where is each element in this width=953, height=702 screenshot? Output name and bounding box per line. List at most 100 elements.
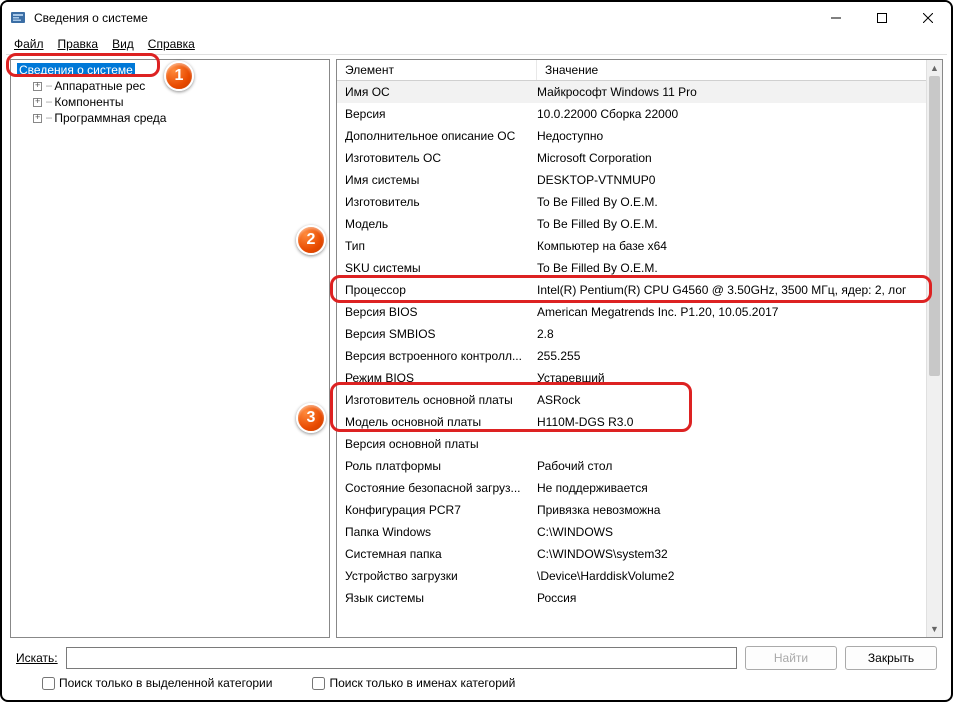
table-row[interactable]: Имя ОСМайкрософт Windows 11 Pro (337, 81, 942, 103)
table-row[interactable]: Версия SMBIOS2.8 (337, 323, 942, 345)
window-title: Сведения о системе (34, 11, 813, 25)
cell-value: Microsoft Corporation (537, 147, 942, 169)
cell-key: Процессор (345, 279, 537, 301)
titlebar: Сведения о системе (2, 2, 951, 34)
cell-key: Имя системы (345, 169, 537, 191)
cell-key: Состояние безопасной загруз... (345, 477, 537, 499)
cell-value: Не поддерживается (537, 477, 942, 499)
cell-key: Изготовитель основной платы (345, 389, 537, 411)
table-row[interactable]: Имя системыDESKTOP-VTNMUP0 (337, 169, 942, 191)
cell-value: Недоступно (537, 125, 942, 147)
search-label: Искать: (16, 651, 58, 665)
annotation-badge-1: 1 (164, 61, 194, 91)
cell-key: Версия (345, 103, 537, 125)
tree-root-label[interactable]: Сведения о системе (17, 63, 135, 77)
cell-value: 10.0.22000 Сборка 22000 (537, 103, 942, 125)
table-row[interactable]: Состояние безопасной загруз...Не поддерж… (337, 477, 942, 499)
table-row[interactable]: SKU системыTo Be Filled By O.E.M. (337, 257, 942, 279)
table-row[interactable]: Устройство загрузки\Device\HarddiskVolum… (337, 565, 942, 587)
scroll-up-icon[interactable]: ▲ (927, 60, 942, 76)
tree-item-env[interactable]: ┄ Программная среда (11, 110, 329, 126)
expand-icon[interactable] (33, 98, 42, 107)
checkbox[interactable] (42, 677, 55, 690)
table-row[interactable]: Версия BIOSAmerican Megatrends Inc. P1.2… (337, 301, 942, 323)
cell-value: To Be Filled By O.E.M. (537, 257, 942, 279)
table-row[interactable]: Язык системыРоссия (337, 587, 942, 609)
cell-value: Компьютер на базе x64 (537, 235, 942, 257)
col-element[interactable]: Элемент (337, 60, 537, 80)
menu-help[interactable]: Справка (142, 36, 201, 52)
cell-key: Системная папка (345, 543, 537, 565)
cell-value: C:\WINDOWS (537, 521, 942, 543)
table-row[interactable]: Роль платформыРабочий стол (337, 455, 942, 477)
cell-key: Режим BIOS (345, 367, 537, 389)
tree-pane[interactable]: Сведения о системе ┄ Аппаратные рес ┄ Ко… (10, 59, 330, 638)
cell-value: Рабочий стол (537, 455, 942, 477)
cell-value: Россия (537, 587, 942, 609)
table-row[interactable]: Версия основной платы (337, 433, 942, 455)
cell-key: Тип (345, 235, 537, 257)
table-row[interactable]: Системная папкаC:\WINDOWS\system32 (337, 543, 942, 565)
cell-key: Язык системы (345, 587, 537, 609)
tree-item-components[interactable]: ┄ Компоненты (11, 94, 329, 110)
cell-value: 2.8 (537, 323, 942, 345)
cell-value: ASRock (537, 389, 942, 411)
menubar: Файл Правка Вид Справка (2, 34, 951, 54)
menu-view[interactable]: Вид (106, 36, 140, 52)
scroll-down-icon[interactable]: ▼ (927, 621, 942, 637)
cell-key: Версия SMBIOS (345, 323, 537, 345)
close-button[interactable] (905, 2, 951, 34)
find-button[interactable]: Найти (745, 646, 837, 670)
table-row[interactable]: Конфигурация PCR7Привязка невозможна (337, 499, 942, 521)
col-value[interactable]: Значение (537, 60, 942, 80)
table-row[interactable]: МодельTo Be Filled By O.E.M. (337, 213, 942, 235)
cell-key: Модель (345, 213, 537, 235)
table-row[interactable]: Изготовитель ОСMicrosoft Corporation (337, 147, 942, 169)
cell-value: To Be Filled By O.E.M. (537, 213, 942, 235)
cell-key: Версия BIOS (345, 301, 537, 323)
cell-key: SKU системы (345, 257, 537, 279)
table-row[interactable]: Модель основной платыH110M-DGS R3.0 (337, 411, 942, 433)
search-bar: Искать: Найти Закрыть (2, 638, 951, 672)
details-pane: Элемент Значение Имя ОСМайкрософт Window… (336, 59, 943, 638)
cell-key: Модель основной платы (345, 411, 537, 433)
cell-key: Конфигурация PCR7 (345, 499, 537, 521)
cell-value: \Device\HarddiskVolume2 (537, 565, 942, 587)
table-row[interactable]: Версия10.0.22000 Сборка 22000 (337, 103, 942, 125)
table-row[interactable]: Папка WindowsC:\WINDOWS (337, 521, 942, 543)
cell-value: DESKTOP-VTNMUP0 (537, 169, 942, 191)
cell-key: Имя ОС (345, 81, 537, 103)
details-header[interactable]: Элемент Значение (337, 60, 942, 81)
app-icon (10, 10, 26, 26)
expand-icon[interactable] (33, 114, 42, 123)
scroll-thumb[interactable] (929, 76, 940, 376)
menu-file[interactable]: Файл (8, 36, 50, 52)
cell-key: Изготовитель (345, 191, 537, 213)
maximize-button[interactable] (859, 2, 905, 34)
chk-selected-category[interactable]: Поиск только в выделенной категории (42, 676, 272, 690)
details-body[interactable]: Имя ОСМайкрософт Windows 11 ProВерсия10.… (337, 81, 942, 637)
scrollbar[interactable]: ▲ ▼ (926, 60, 942, 637)
cell-value: To Be Filled By O.E.M. (537, 191, 942, 213)
table-row[interactable]: Режим BIOSУстаревший (337, 367, 942, 389)
expand-icon[interactable] (33, 82, 42, 91)
minimize-button[interactable] (813, 2, 859, 34)
table-row[interactable]: ИзготовительTo Be Filled By O.E.M. (337, 191, 942, 213)
search-input[interactable] (66, 647, 737, 669)
cell-key: Дополнительное описание ОС (345, 125, 537, 147)
checkbox[interactable] (312, 677, 325, 690)
cell-key: Роль платформы (345, 455, 537, 477)
close-dialog-button[interactable]: Закрыть (845, 646, 937, 670)
cell-key: Версия основной платы (345, 433, 537, 455)
annotation-badge-2: 2 (296, 225, 326, 255)
table-row[interactable]: Дополнительное описание ОСНедоступно (337, 125, 942, 147)
cell-key: Устройство загрузки (345, 565, 537, 587)
table-row[interactable]: Версия встроенного контролл...255.255 (337, 345, 942, 367)
table-row[interactable]: ТипКомпьютер на базе x64 (337, 235, 942, 257)
chk-category-names[interactable]: Поиск только в именах категорий (312, 676, 515, 690)
table-row[interactable]: ПроцессорIntel(R) Pentium(R) CPU G4560 @… (337, 279, 942, 301)
menu-edit[interactable]: Правка (52, 36, 105, 52)
cell-value (537, 433, 942, 455)
table-row[interactable]: Изготовитель основной платыASRock (337, 389, 942, 411)
cell-value: Привязка невозможна (537, 499, 942, 521)
